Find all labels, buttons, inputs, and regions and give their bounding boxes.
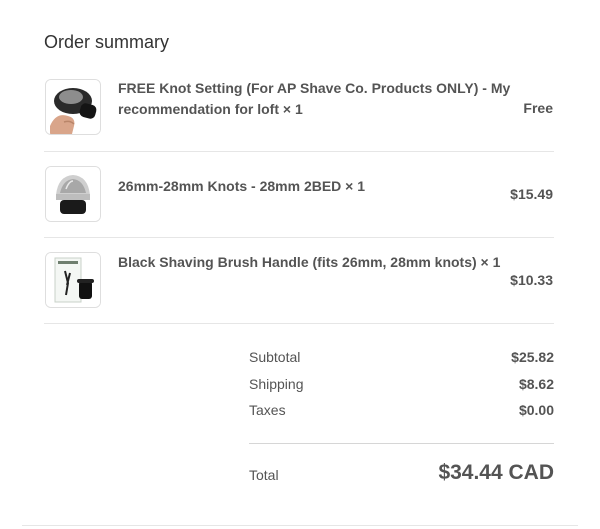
product-thumbnail	[45, 252, 101, 308]
line-item: FREE Knot Setting (For AP Shave Co. Prod…	[44, 66, 554, 152]
taxes-value: $0.00	[518, 402, 554, 418]
line-item: 26mm-28mm Knots - 28mm 2BED × 1 $15.49	[44, 152, 554, 238]
total-value: $34.44 CAD	[438, 461, 554, 484]
item-name: Black Shaving Brush Handle (fits 26mm, 2…	[118, 254, 501, 270]
brush-handle-image	[46, 253, 100, 307]
knot-image	[46, 167, 100, 221]
total-label: Total	[249, 467, 279, 483]
knot-setting-image	[46, 80, 100, 134]
totals-divider	[249, 443, 554, 444]
taxes-label: Taxes	[249, 402, 286, 418]
product-thumbnail	[45, 79, 101, 135]
item-price: Free	[523, 100, 553, 116]
item-name: FREE Knot Setting (For AP Shave Co. Prod…	[118, 80, 511, 117]
page-title: Order summary	[44, 32, 170, 52]
item-price: $10.33	[510, 272, 553, 288]
shipping-label: Shipping	[249, 376, 304, 392]
item-name: 26mm-28mm Knots - 28mm 2BED × 1	[118, 178, 366, 194]
section-divider	[22, 525, 578, 526]
shipping-value: $8.62	[518, 376, 554, 392]
subtotal-value: $25.82	[511, 349, 554, 365]
line-item: Black Shaving Brush Handle (fits 26mm, 2…	[44, 238, 554, 324]
product-thumbnail	[45, 166, 101, 222]
item-price: $15.49	[510, 186, 553, 202]
subtotal-label: Subtotal	[249, 349, 301, 365]
